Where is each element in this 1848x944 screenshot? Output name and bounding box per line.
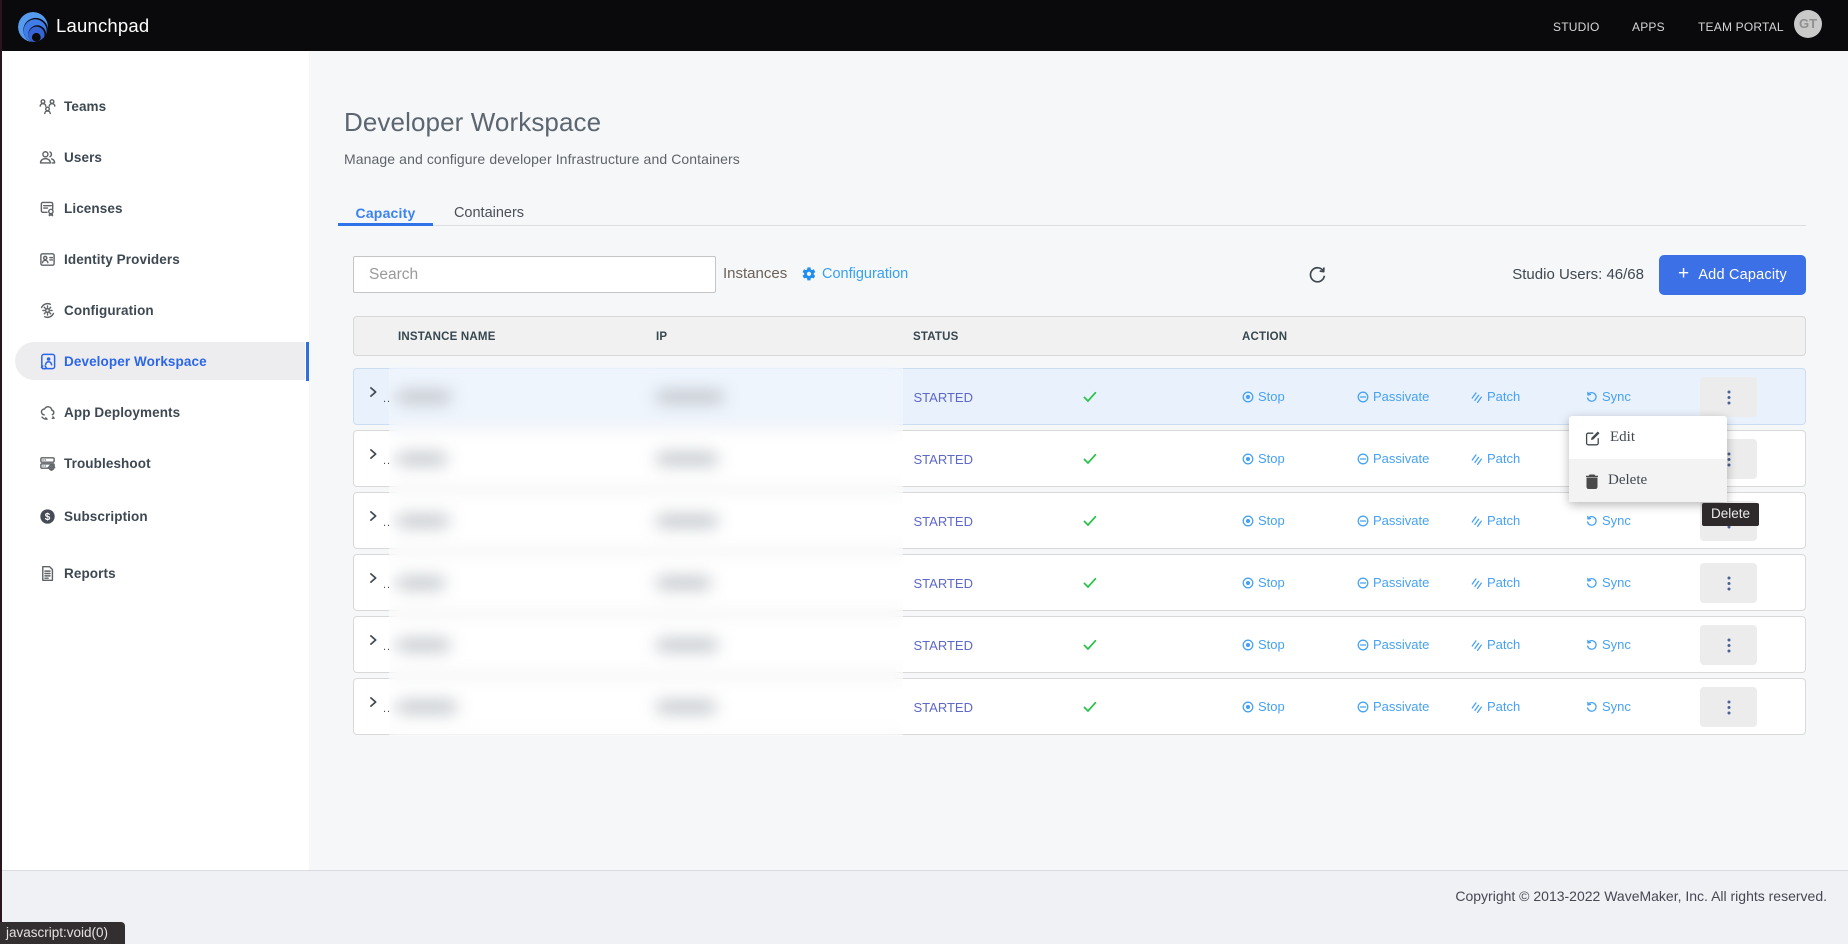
svg-text:$: $ (45, 512, 51, 523)
